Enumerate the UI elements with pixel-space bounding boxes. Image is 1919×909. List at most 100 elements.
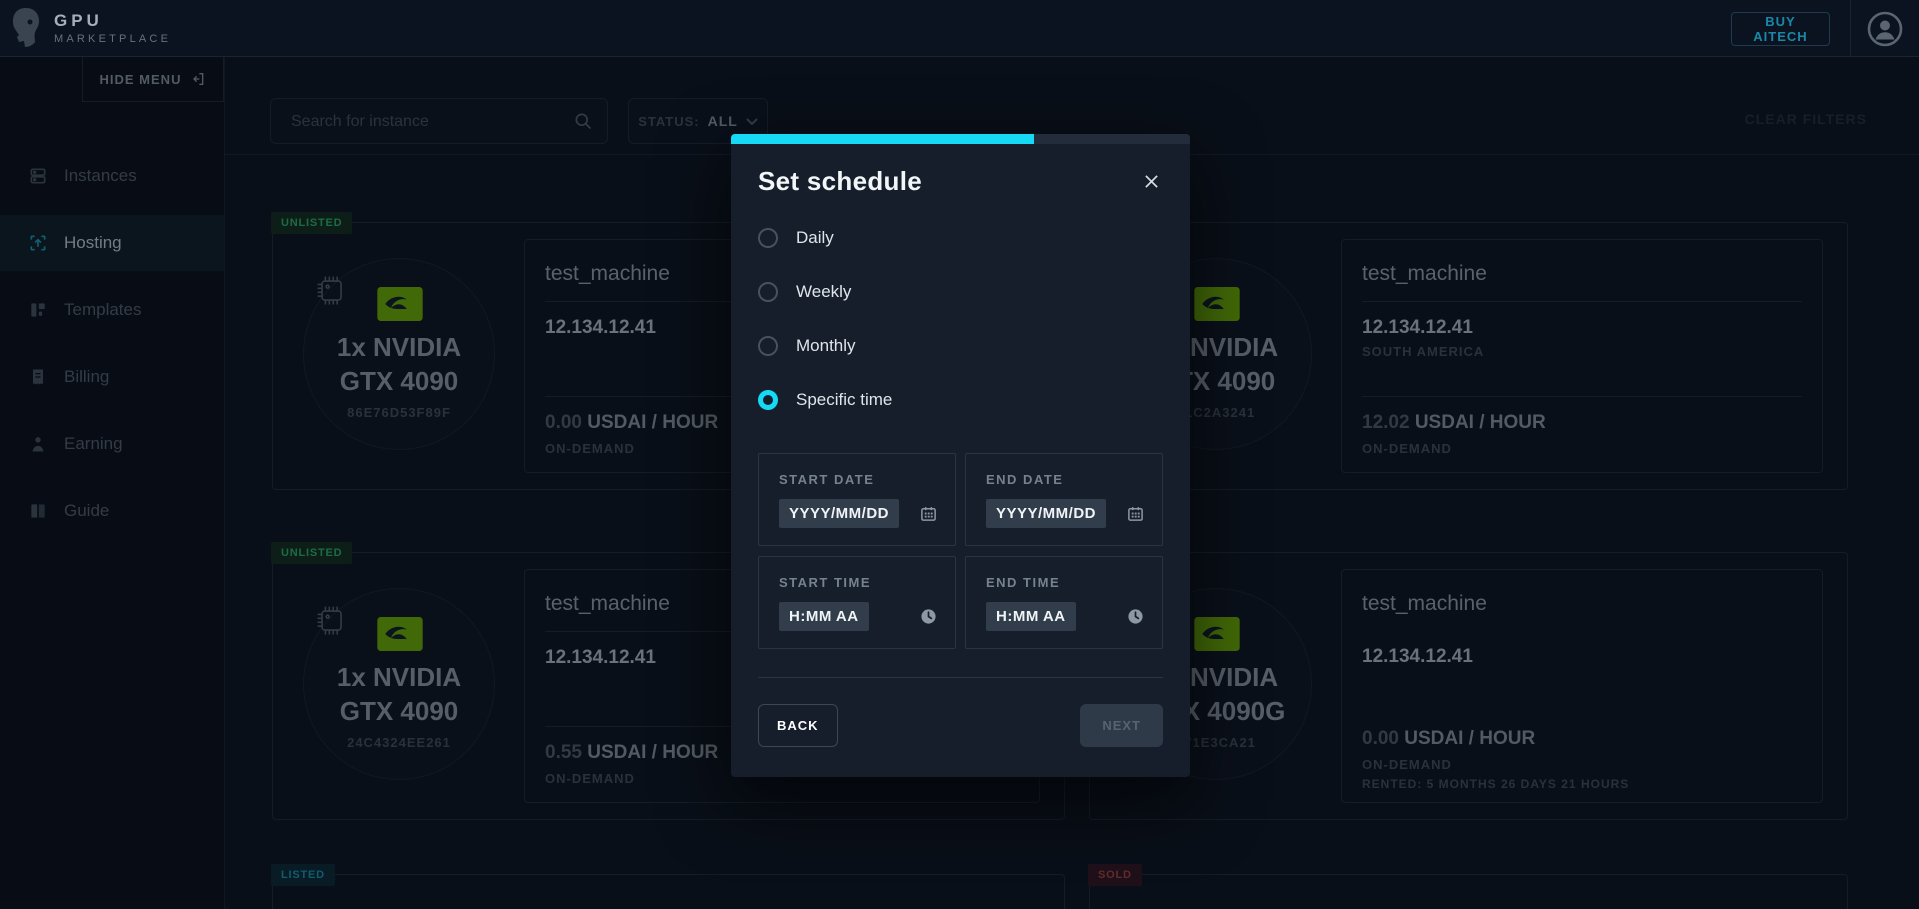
end-date-input[interactable]: YYYY/MM/DD (986, 499, 1106, 528)
person-icon (1867, 11, 1903, 47)
share-up-icon (28, 233, 48, 253)
calendar-icon[interactable] (1127, 505, 1144, 522)
calendar-icon[interactable] (920, 505, 937, 522)
buy-aitech-button[interactable]: BUY AITECH (1731, 12, 1830, 46)
hide-menu-label: HIDE MENU (100, 72, 182, 87)
header: GPU MARKETPLACE BUY AITECH (0, 0, 1919, 57)
close-icon (1144, 174, 1159, 189)
machine-ip: 12.134.12.41 (1362, 646, 1802, 668)
modal-divider (758, 677, 1163, 678)
sidebar-item-templates[interactable]: Templates (0, 282, 224, 338)
modal-title: Set schedule (758, 166, 922, 197)
gpu-card[interactable]: 1x NVIDIA GTX 4090G 371E3CA21 test_machi… (1089, 552, 1848, 820)
start-time-field: START TIME H:MM AA (758, 556, 956, 649)
search-input[interactable] (289, 99, 563, 145)
sidebar-item-guide[interactable]: Guide (0, 483, 224, 539)
radio-label: Specific time (796, 390, 892, 410)
start-time-input[interactable]: H:MM AA (779, 602, 869, 631)
next-button[interactable]: NEXT (1080, 704, 1163, 747)
schedule-options: Daily Weekly Monthly Specific time (758, 211, 1163, 427)
set-schedule-modal: Set schedule Daily Weekly Monthly (731, 134, 1190, 777)
radio-label: Weekly (796, 282, 851, 302)
sidebar-item-label: Hosting (64, 233, 122, 253)
clock-icon[interactable] (1127, 608, 1144, 625)
chip-icon (312, 601, 350, 639)
search-box (270, 98, 608, 144)
gpu-name: 1x NVIDIA GTX 4090 (314, 661, 484, 729)
sidebar-item-hosting[interactable]: Hosting (0, 215, 224, 271)
radio-option-daily[interactable]: Daily (758, 211, 1163, 265)
radio-option-weekly[interactable]: Weekly (758, 265, 1163, 319)
modal-progress-fill (731, 134, 1034, 144)
field-label: END TIME (986, 575, 1144, 590)
status-badge: SOLD (1088, 864, 1142, 886)
person-money-icon (28, 434, 48, 454)
pricing-tier: ON-DEMAND (1362, 441, 1802, 456)
gpu-card[interactable]: LISTED (272, 874, 1065, 909)
clock-icon[interactable] (920, 608, 937, 625)
sidebar-item-instances[interactable]: Instances (0, 148, 224, 204)
price-value: 0.55 (545, 742, 582, 763)
end-time-input[interactable]: H:MM AA (986, 602, 1076, 631)
machine-info-panel: test_machine 12.134.12.41 0.00 USDAI / H… (1341, 569, 1823, 803)
cyborg-head-icon (8, 6, 44, 50)
wizard-progress-bar (731, 134, 1190, 144)
pricing-tier: ON-DEMAND (1362, 757, 1802, 772)
chip-icon (312, 271, 350, 309)
start-date-input[interactable]: YYYY/MM/DD (779, 499, 899, 528)
nvidia-logo-icon (1194, 617, 1240, 651)
nvidia-logo-icon (1194, 287, 1240, 321)
user-avatar[interactable] (1867, 11, 1903, 47)
gpu-id: 86E76D53F89F (304, 405, 494, 420)
sidebar: HIDE MENU Instances Hosting Templates Bi… (0, 57, 225, 909)
price-row: 0.00 USDAI / HOUR (1362, 728, 1802, 750)
price-unit: USDAI / HOUR (1415, 412, 1546, 433)
field-label: START DATE (779, 472, 937, 487)
chevron-down-icon (746, 118, 758, 125)
hide-menu-button[interactable]: HIDE MENU (82, 57, 224, 102)
sidebar-item-billing[interactable]: Billing (0, 349, 224, 405)
machine-ip: 12.134.12.41 (1362, 317, 1802, 339)
status-badge: LISTED (271, 864, 335, 886)
gpu-circle: 1x NVIDIA GTX 4090 24C4324EE261 (303, 588, 495, 780)
machine-region: SOUTH AMERICA (1362, 344, 1802, 359)
radio-label: Monthly (796, 336, 856, 356)
radio-icon (758, 390, 778, 410)
radio-option-specific-time[interactable]: Specific time (758, 373, 1163, 427)
back-button[interactable]: BACK (758, 704, 838, 747)
sidebar-item-label: Instances (64, 166, 137, 186)
start-date-field: START DATE YYYY/MM/DD (758, 453, 956, 546)
price-row: 12.02 USDAI / HOUR (1362, 412, 1802, 434)
close-modal-button[interactable] (1140, 170, 1163, 196)
radio-icon (758, 282, 778, 302)
field-label: START TIME (779, 575, 937, 590)
gpu-card[interactable]: 1x NVIDIA GTX 4090 01C2A3241 test_machin… (1089, 222, 1848, 490)
sidebar-item-label: Earning (64, 434, 123, 454)
radio-label: Daily (796, 228, 834, 248)
sidebar-item-label: Templates (64, 300, 141, 320)
sidebar-item-label: Billing (64, 367, 109, 387)
machine-name: test_machine (1362, 262, 1802, 286)
radio-icon (758, 336, 778, 356)
layout-icon (28, 300, 48, 320)
status-badge: UNLISTED (271, 212, 352, 234)
price-value: 0.00 (545, 412, 582, 433)
gpu-name: 1x NVIDIA GTX 4090 (314, 331, 484, 399)
clear-filters-button[interactable]: CLEAR FILTERS (1739, 110, 1873, 128)
receipt-icon (28, 367, 48, 387)
sidebar-item-earning[interactable]: Earning (0, 416, 224, 472)
gpu-id: 24C4324EE261 (304, 735, 494, 750)
gpu-circle: 1x NVIDIA GTX 4090 86E76D53F89F (303, 258, 495, 450)
status-value: ALL (708, 113, 738, 129)
gpu-card[interactable]: SOLD (1089, 874, 1848, 909)
radio-icon (758, 228, 778, 248)
machine-info-panel: test_machine 12.134.12.41 SOUTH AMERICA … (1341, 239, 1823, 473)
server-icon (28, 166, 48, 186)
search-icon[interactable] (573, 111, 593, 131)
price-value: 12.02 (1362, 412, 1410, 433)
price-unit: USDAI / HOUR (587, 742, 718, 763)
field-label: END DATE (986, 472, 1144, 487)
exit-icon (190, 71, 206, 87)
logo: GPU MARKETPLACE (8, 6, 171, 50)
radio-option-monthly[interactable]: Monthly (758, 319, 1163, 373)
